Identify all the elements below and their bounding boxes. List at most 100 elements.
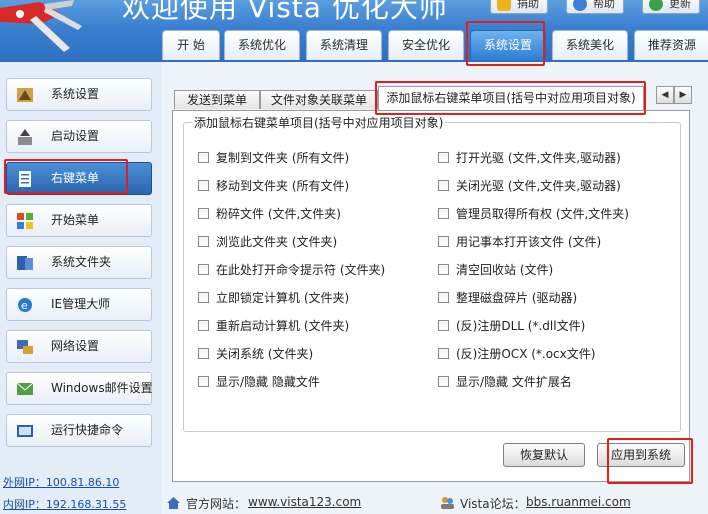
network-icon <box>17 340 33 354</box>
update-button[interactable]: 更新 <box>642 0 700 14</box>
checkbox[interactable] <box>438 264 449 275</box>
tab-system-clean[interactable]: 系统清理 <box>306 30 382 60</box>
sidebar-item-network[interactable]: 网络设置 <box>6 330 152 363</box>
restore-default-button[interactable]: 恢复默认 <box>503 443 585 467</box>
sidebar-item-label: 运行快捷命令 <box>51 423 124 437</box>
option-shred-file[interactable]: 粉碎文件 (文件,文件夹) <box>198 205 341 222</box>
option-move-to-folder[interactable]: 移动到文件夹 (所有文件) <box>198 177 349 194</box>
option-label: 清空回收站 (文件) <box>456 263 554 277</box>
checkbox[interactable] <box>198 292 209 303</box>
checkbox[interactable] <box>438 376 449 387</box>
tab-scroll-right-button[interactable]: ▶ <box>674 86 692 104</box>
footer: 官方网站： www.vista123.com Vista论坛： bbs.ruan… <box>162 492 708 514</box>
subtab-add-context-menu-items[interactable]: 添加鼠标右键菜单项目(括号中对应用项目对象) <box>378 86 644 110</box>
tab-recommended[interactable]: 推荐资源 <box>634 30 708 60</box>
option-restart-computer[interactable]: 重新启动计算机 (文件夹) <box>198 317 349 334</box>
checkbox[interactable] <box>198 264 209 275</box>
help-button[interactable]: 帮助 <box>566 0 624 14</box>
sidebar-item-context-menu[interactable]: 右键菜单 <box>6 162 152 195</box>
app-title: 欢迎使用 Vista 优化大师 <box>122 0 448 24</box>
site-link[interactable]: www.vista123.com <box>248 495 361 509</box>
sidebar-item-startup[interactable]: 启动设置 <box>6 120 152 153</box>
option-label: 打开光驱 (文件,文件夹,驱动器) <box>456 151 621 165</box>
group-title: 添加鼠标右键菜单项目(括号中对应用项目对象) <box>192 114 446 131</box>
svg-text:e: e <box>21 299 28 312</box>
internal-ip: 内网IP：192.168.31.55 <box>3 498 127 511</box>
option-label: 关闭光驱 (文件,文件夹,驱动器) <box>456 179 621 193</box>
checkbox[interactable] <box>438 348 449 359</box>
tab-start[interactable]: 开 始 <box>162 30 220 60</box>
checkbox[interactable] <box>198 152 209 163</box>
context-menu-icon <box>19 171 31 187</box>
checkbox[interactable] <box>438 236 449 247</box>
checkbox[interactable] <box>438 152 449 163</box>
checkbox[interactable] <box>438 208 449 219</box>
update-icon <box>649 0 663 11</box>
checkbox[interactable] <box>438 292 449 303</box>
option-open-command-prompt[interactable]: 在此处打开命令提示符 (文件夹) <box>198 261 385 278</box>
option-label: 移动到文件夹 (所有文件) <box>216 179 350 193</box>
tab-security-optimize[interactable]: 安全优化 <box>388 30 464 60</box>
main-content: 发送到菜单 文件对象关联菜单 添加鼠标右键菜单项目(括号中对应用项目对象) ◀ … <box>162 62 708 492</box>
subtab-file-association-menu[interactable]: 文件对象关联菜单 <box>260 90 378 109</box>
help-label: 帮助 <box>593 0 615 10</box>
checkbox[interactable] <box>198 348 209 359</box>
donate-icon <box>497 0 511 11</box>
sidebar-item-system-folder[interactable]: 系统文件夹 <box>6 246 152 279</box>
option-register-dll[interactable]: (反)注册DLL (*.dll文件) <box>438 317 585 334</box>
option-label: 重新启动计算机 (文件夹) <box>216 319 350 333</box>
tab-system-optimize[interactable]: 系统优化 <box>224 30 300 60</box>
sidebar-item-start-menu[interactable]: 开始菜单 <box>6 204 152 237</box>
option-defragment[interactable]: 整理磁盘碎片 (驱动器) <box>438 289 577 306</box>
checkbox[interactable] <box>438 180 449 191</box>
sidebar-item-system-settings[interactable]: 系统设置 <box>6 78 152 111</box>
option-label: 显示/隐藏 隐藏文件 <box>216 375 320 389</box>
option-label: 用记事本打开该文件 (文件) <box>456 235 602 249</box>
option-label: 在此处打开命令提示符 (文件夹) <box>216 263 386 277</box>
option-toggle-extensions[interactable]: 显示/隐藏 文件扩展名 <box>438 373 572 390</box>
tab-system-beautify[interactable]: 系统美化 <box>552 30 628 60</box>
system-settings-icon <box>17 88 33 102</box>
forum-users-icon <box>441 497 454 509</box>
checkbox[interactable] <box>198 180 209 191</box>
option-empty-recycle-bin[interactable]: 清空回收站 (文件) <box>438 261 553 278</box>
help-icon <box>573 0 587 11</box>
tab-system-settings[interactable]: 系统设置 <box>470 30 546 60</box>
option-copy-to-folder[interactable]: 复制到文件夹 (所有文件) <box>198 149 349 166</box>
option-label: 粉碎文件 (文件,文件夹) <box>216 207 341 221</box>
option-open-with-notepad[interactable]: 用记事本打开该文件 (文件) <box>438 233 601 250</box>
option-open-drive[interactable]: 打开光驱 (文件,文件夹,驱动器) <box>438 149 621 166</box>
sidebar-item-label: 右键菜单 <box>51 171 100 185</box>
checkbox[interactable] <box>438 320 449 331</box>
checkbox[interactable] <box>198 376 209 387</box>
checkbox[interactable] <box>198 236 209 247</box>
option-shutdown[interactable]: 关闭系统 (文件夹) <box>198 345 313 362</box>
windows-start-icon <box>17 213 33 229</box>
sidebar-item-label: 系统文件夹 <box>51 255 112 269</box>
sidebar-item-run-command[interactable]: 运行快捷命令 <box>6 414 152 447</box>
subtab-send-to-menu[interactable]: 发送到菜单 <box>174 90 260 109</box>
tab-scroll-left-button[interactable]: ◀ <box>656 86 674 104</box>
external-ip: 外网IP：100.81.86.10 <box>3 476 120 489</box>
checkbox[interactable] <box>198 320 209 331</box>
mail-icon <box>16 382 34 395</box>
checkbox[interactable] <box>198 208 209 219</box>
option-browse-folder[interactable]: 浏览此文件夹 (文件夹) <box>198 233 337 250</box>
startup-icon <box>18 129 32 145</box>
option-lock-computer[interactable]: 立即锁定计算机 (文件夹) <box>198 289 349 306</box>
forum-link[interactable]: bbs.ruanmei.com <box>526 495 631 509</box>
option-label: 关闭系统 (文件夹) <box>216 347 314 361</box>
sidebar-item-windows-mail[interactable]: Windows邮件设置 <box>6 372 153 405</box>
donate-label: 捐助 <box>517 0 539 10</box>
option-label: 立即锁定计算机 (文件夹) <box>216 291 350 305</box>
apply-to-system-button[interactable]: 应用到系统 <box>597 443 685 467</box>
option-toggle-hidden-files[interactable]: 显示/隐藏 隐藏文件 <box>198 373 320 390</box>
sidebar-item-label: Windows邮件设置 <box>51 381 153 395</box>
sidebar-item-label: 系统设置 <box>51 87 100 101</box>
option-take-ownership[interactable]: 管理员取得所有权 (文件,文件夹) <box>438 205 629 222</box>
donate-button[interactable]: 捐助 <box>490 0 548 14</box>
option-register-ocx[interactable]: (反)注册OCX (*.ocx文件) <box>438 345 595 362</box>
sidebar-item-ie-manager[interactable]: e IE管理大师 <box>6 288 152 321</box>
option-close-drive[interactable]: 关闭光驱 (文件,文件夹,驱动器) <box>438 177 621 194</box>
option-label: 整理磁盘碎片 (驱动器) <box>456 291 578 305</box>
